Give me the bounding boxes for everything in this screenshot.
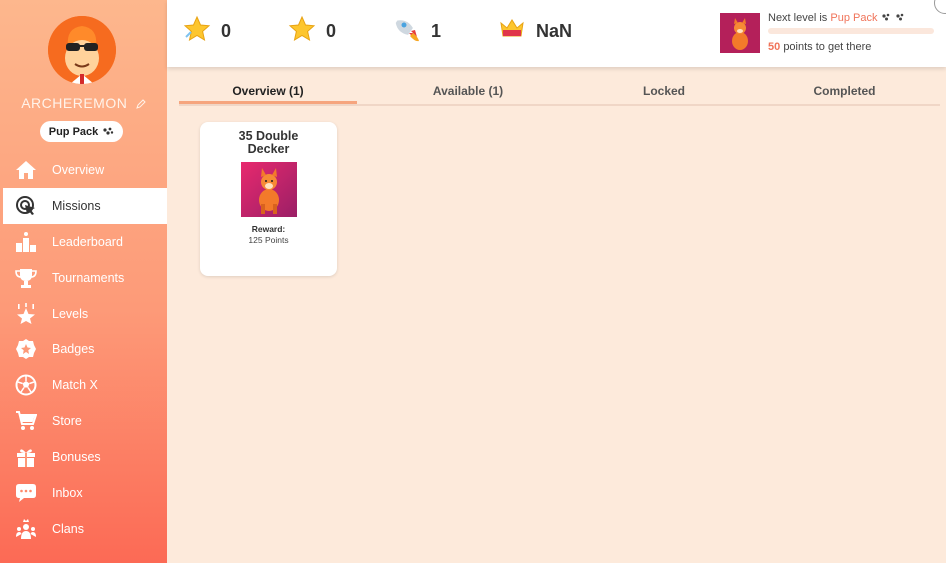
- next-level-prefix: Next level is: [768, 12, 828, 24]
- edit-pencil-icon[interactable]: [135, 96, 146, 114]
- sidebar-item-label: Store: [52, 414, 82, 429]
- paw-icon: [102, 126, 114, 138]
- mission-title: 35 Double Decker: [238, 129, 299, 156]
- sidebar-item-label: Missions: [52, 198, 101, 213]
- points-value: 0: [221, 20, 232, 41]
- next-level-panel: Next level is Pup Pack 50 points to get …: [720, 12, 935, 54]
- clan-icon: [14, 517, 38, 541]
- sidebar-item-match-x[interactable]: Match X: [0, 367, 167, 403]
- star-up-icon: [14, 302, 38, 326]
- sidebar-item-label: Leaderboard: [52, 234, 123, 249]
- rank-value: NaN: [536, 20, 573, 41]
- rank-stat: NaN: [498, 16, 572, 46]
- points-stat: 0: [183, 15, 232, 48]
- next-level-text: Next level is Pup Pack: [768, 12, 907, 24]
- trophy-icon: [14, 266, 38, 290]
- next-level-progress-bar: [768, 28, 934, 34]
- sidebar-item-inbox[interactable]: Inbox: [0, 475, 167, 511]
- sidebar-nav: Overview Missions Leaderboard Tournament…: [0, 152, 167, 547]
- sidebar-item-store[interactable]: Store: [0, 403, 167, 439]
- username-row: ARCHEREMON: [0, 95, 167, 114]
- points-needed-text: 50 points to get there: [768, 41, 871, 53]
- sidebar-item-badges[interactable]: Badges: [0, 331, 167, 367]
- podium-icon: [14, 230, 38, 254]
- mission-card[interactable]: 35 Double Decker Reward: 125 Points: [200, 122, 337, 276]
- user-avatar[interactable]: [48, 16, 116, 84]
- tab-completed[interactable]: Completed: [749, 81, 940, 104]
- next-level-name: Pup Pack: [830, 12, 878, 24]
- level-badge-label: Pup Pack: [48, 125, 99, 138]
- tab-available[interactable]: Available (1): [357, 81, 579, 104]
- sidebar-item-label: Inbox: [52, 485, 83, 500]
- level-badge[interactable]: Pup Pack: [40, 121, 123, 142]
- boosts-stat: 1: [393, 16, 441, 46]
- sidebar-item-label: Tournaments: [52, 270, 125, 285]
- sidebar-item-label: Levels: [52, 306, 89, 321]
- gift-icon: [14, 445, 38, 469]
- corner-close-button[interactable]: [934, 0, 946, 14]
- star-icon: [288, 15, 316, 48]
- sidebar-item-bonuses[interactable]: Bonuses: [0, 439, 167, 475]
- username: ARCHEREMON: [21, 95, 128, 111]
- mission-tabs: Overview (1) Available (1) Locked Comple…: [179, 81, 940, 106]
- points-needed-suffix: points to get there: [783, 41, 872, 53]
- sidebar-item-overview[interactable]: Overview: [0, 152, 167, 188]
- sidebar-item-missions[interactable]: Missions: [3, 187, 167, 224]
- mission-reward-value: 125 Points: [248, 235, 289, 245]
- sidebar-item-levels[interactable]: Levels: [0, 296, 167, 332]
- sidebar-item-label: Badges: [52, 342, 95, 357]
- crown-icon: [498, 15, 526, 48]
- cart-icon: [14, 409, 38, 433]
- sidebar-item-label: Match X: [52, 378, 98, 393]
- sidebar: ARCHEREMON Pup Pack Overview Missions Le…: [0, 0, 167, 563]
- home-icon: [14, 158, 38, 182]
- mission-reward-label: Reward:: [251, 224, 286, 234]
- boosts-value: 1: [431, 20, 442, 41]
- points-needed-value: 50: [768, 41, 781, 53]
- paw-icon: [881, 12, 907, 24]
- badge-icon: [14, 337, 38, 361]
- stars-stat: 0: [288, 15, 337, 48]
- sidebar-item-label: Bonuses: [52, 450, 101, 465]
- sidebar-item-label: Clans: [52, 521, 84, 536]
- sidebar-item-label: Overview: [52, 162, 105, 177]
- top-stats-bar: 0 0 1 NaN Next level is Pup Pack 50 poin…: [167, 0, 946, 67]
- stars-value: 0: [326, 20, 337, 41]
- chat-icon: [14, 481, 38, 505]
- tab-overview[interactable]: Overview (1): [179, 81, 357, 104]
- sidebar-item-leaderboard[interactable]: Leaderboard: [0, 224, 167, 260]
- rocket-icon: [393, 15, 421, 48]
- star-points-icon: [183, 15, 211, 48]
- ball-icon: [14, 373, 38, 397]
- sidebar-item-clans[interactable]: Clans: [0, 511, 167, 547]
- mission-image: [240, 162, 297, 217]
- next-level-image: [720, 13, 760, 53]
- sidebar-item-tournaments[interactable]: Tournaments: [0, 260, 167, 296]
- tab-locked[interactable]: Locked: [579, 81, 749, 104]
- target-cursor-icon: [14, 194, 38, 218]
